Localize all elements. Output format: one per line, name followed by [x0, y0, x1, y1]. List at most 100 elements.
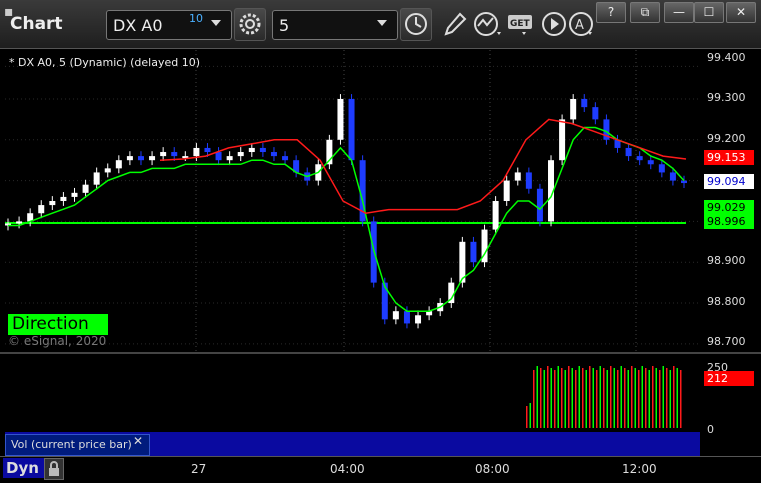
- candle-body: [503, 180, 510, 201]
- ma-fast-line: [8, 126, 685, 312]
- get-icon[interactable]: GET: [506, 10, 536, 38]
- settings-button[interactable]: [234, 8, 266, 41]
- volume-study-label[interactable]: Vol (current price bar): [5, 434, 150, 456]
- volume-bar: [655, 368, 657, 428]
- pane-divider[interactable]: [0, 352, 761, 354]
- time-label: 27: [191, 462, 207, 476]
- volume-bar: [589, 366, 591, 428]
- interval-input[interactable]: 5: [272, 10, 398, 40]
- volume-bar: [585, 370, 587, 428]
- volume-bar: [543, 370, 545, 428]
- candle-body: [525, 172, 532, 189]
- price-label: 98.700: [707, 335, 746, 348]
- candle-body: [60, 196, 67, 201]
- volume-bar: [599, 366, 601, 428]
- candle-body: [570, 98, 577, 120]
- volume-bar: [550, 368, 552, 428]
- chart-header: * DX A0, 5 (Dynamic) (delayed 10): [9, 56, 200, 69]
- volume-bar: [596, 370, 598, 428]
- pencil-icon[interactable]: [440, 10, 470, 38]
- svg-text:A: A: [575, 18, 584, 33]
- window-title: Chart: [10, 14, 63, 34]
- candle-body: [581, 98, 588, 108]
- help-button[interactable]: ?: [596, 2, 626, 23]
- price-tag-ma-fast: 99.029: [704, 200, 754, 215]
- volume-bar: [652, 366, 654, 428]
- volume-bar: [666, 368, 668, 428]
- volume-bar: [575, 370, 577, 428]
- volume-bar: [536, 366, 538, 428]
- volume-bar: [568, 366, 570, 428]
- candle-body: [204, 147, 211, 153]
- chevron-down-icon[interactable]: [377, 20, 387, 26]
- volume-bar: [533, 370, 535, 428]
- candle-body: [681, 180, 687, 184]
- candle-body: [625, 147, 632, 157]
- volume-bar: [613, 368, 615, 428]
- volume-bar: [547, 366, 549, 428]
- volume-bar: [557, 366, 559, 428]
- volume-bars-svg: [526, 366, 682, 428]
- candle-body: [193, 147, 200, 157]
- price-label: 98.900: [707, 254, 746, 267]
- symbol-input[interactable]: DX A0 10: [106, 10, 232, 40]
- candle-body: [592, 107, 599, 120]
- volume-bar: [627, 370, 629, 428]
- candle-body: [403, 311, 410, 324]
- candle-body: [126, 156, 133, 161]
- volume-bar: [561, 368, 563, 428]
- get-label: GET: [510, 19, 531, 29]
- candle-body: [282, 156, 289, 161]
- lock-icon[interactable]: [44, 458, 64, 480]
- volume-bar: [680, 370, 682, 428]
- candle-body: [93, 172, 100, 185]
- close-button[interactable]: ✕: [726, 2, 756, 23]
- volume-bar: [662, 366, 664, 428]
- volume-bar: [617, 370, 619, 428]
- price-tag-last: 99.094: [704, 174, 754, 189]
- volume-bar: [592, 368, 594, 428]
- candle-body: [49, 201, 56, 206]
- volume-bar: [673, 366, 675, 428]
- price-label: 99.300: [707, 91, 746, 104]
- volume-bar: [571, 368, 573, 428]
- volume-bar: [540, 368, 542, 428]
- volume-bar: [578, 366, 580, 428]
- study-icon[interactable]: [472, 10, 506, 38]
- volume-bar: [606, 370, 608, 428]
- play-icon[interactable]: [540, 10, 568, 38]
- volume-bar: [529, 403, 531, 428]
- volume-bar: [634, 368, 636, 428]
- volume-bar: [669, 370, 671, 428]
- candle-body: [392, 311, 399, 320]
- candle-body: [82, 184, 89, 193]
- candle-body: [381, 282, 388, 320]
- candle-body: [559, 119, 566, 161]
- direction-label: Direction: [8, 314, 108, 335]
- volume-bar: [564, 370, 566, 428]
- volume-bar: [631, 366, 633, 428]
- close-icon[interactable]: ✕: [133, 434, 143, 448]
- interval-value: 5: [279, 16, 290, 35]
- volume-bar: [554, 370, 556, 428]
- candle-body: [248, 147, 255, 153]
- restore-button[interactable]: ⧉: [630, 2, 660, 23]
- candle-body: [71, 192, 78, 197]
- alert-icon[interactable]: A: [568, 10, 598, 38]
- minimize-button[interactable]: —: [664, 2, 694, 23]
- clock-button[interactable]: [400, 8, 432, 41]
- volume-bar: [624, 368, 626, 428]
- volume-bar: [645, 368, 647, 428]
- volume-bar: [603, 368, 605, 428]
- dynamic-mode-button[interactable]: Dyn: [3, 458, 46, 478]
- clock-icon: [405, 13, 427, 35]
- candle-body: [415, 315, 422, 324]
- chevron-down-icon[interactable]: [211, 20, 221, 26]
- candle-body: [115, 160, 122, 169]
- maximize-button[interactable]: ☐: [694, 2, 724, 23]
- price-label: 98.800: [707, 295, 746, 308]
- price-label: 99.400: [707, 51, 746, 64]
- volume-axis-label: 0: [707, 423, 714, 436]
- copyright: © eSignal, 2020: [8, 334, 107, 348]
- candle-body: [215, 152, 222, 161]
